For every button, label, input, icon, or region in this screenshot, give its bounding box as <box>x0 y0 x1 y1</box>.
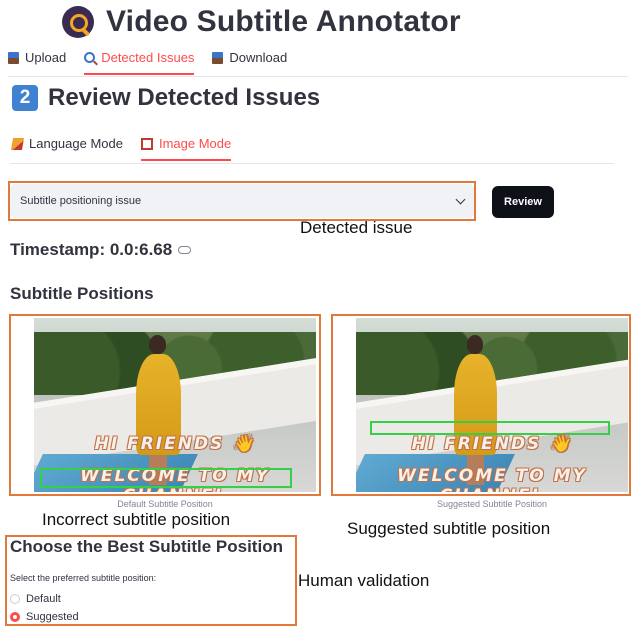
main-tabs-divider <box>8 76 628 77</box>
suggested-position-image: HI FRIENDS 👋 WELCOME TO MY CHANNEL <box>356 318 628 492</box>
suggested-subtitle-line-1: HI FRIENDS 👋 <box>411 434 573 454</box>
app-header: Video Subtitle Annotator <box>62 2 461 42</box>
radio-suggested[interactable]: Suggested <box>10 611 79 623</box>
choose-prompt: Select the preferred subtitle position: <box>10 573 157 583</box>
review-button[interactable]: Review <box>492 186 554 218</box>
chevron-down-icon <box>455 194 466 205</box>
link-icon[interactable] <box>178 246 192 254</box>
default-subtitle-line-1: HI FRIENDS 👋 <box>94 434 256 454</box>
annotation-human-validation: Human validation <box>298 571 430 590</box>
default-image-caption: Default Subtitle Position <box>117 499 213 509</box>
upload-icon <box>8 51 19 64</box>
tab-detected-issues[interactable]: Detected Issues <box>84 50 195 75</box>
default-subtitle-bbox <box>40 468 292 488</box>
annotation-detected-issue: Detected issue <box>300 218 413 237</box>
tab-upload[interactable]: Upload <box>8 50 66 75</box>
subtitle-positions-heading: Subtitle Positions <box>10 284 154 303</box>
radio-suggested-circle[interactable] <box>10 612 20 622</box>
suggested-image-caption: Suggested Subtitle Position <box>436 499 548 509</box>
mode-tabs: Language Mode Image Mode <box>10 136 249 161</box>
annotation-incorrect-position: Incorrect subtitle position <box>42 510 231 529</box>
tab-language-mode[interactable]: Language Mode <box>10 136 123 161</box>
suggested-subtitle-bbox <box>370 421 610 435</box>
radio-default[interactable]: Default <box>10 593 61 605</box>
app-logo-icon <box>62 6 94 38</box>
issue-select[interactable]: Subtitle positioning issue <box>10 184 474 218</box>
suggested-subtitle-line-2: WELCOME TO MY CHANNEL <box>397 466 587 492</box>
pencil-icon <box>10 137 25 150</box>
search-icon <box>84 52 96 63</box>
step-number-badge: 2 <box>12 85 38 111</box>
download-icon <box>212 51 224 64</box>
section-header: 2 Review Detected Issues <box>12 84 320 112</box>
tab-image-mode[interactable]: Image Mode <box>140 136 232 161</box>
default-position-image: HI FRIENDS 👋 WELCOME TO MY CHANNEL <box>34 318 316 492</box>
annotation-suggested-position: Suggested subtitle position <box>347 519 551 538</box>
choose-heading: Choose the Best Subtitle Position <box>10 537 283 556</box>
main-tabs: Upload Detected Issues Download <box>8 50 305 75</box>
app-title: Video Subtitle Annotator <box>106 5 461 38</box>
radio-default-circle[interactable] <box>10 594 20 604</box>
frame-icon <box>140 137 153 150</box>
issue-select-value: Subtitle positioning issue <box>20 195 142 207</box>
mode-tabs-divider <box>10 163 614 164</box>
section-title: Review Detected Issues <box>48 84 321 111</box>
timestamp-heading: Timestamp: 0.0:6.68 <box>10 240 192 260</box>
tab-download[interactable]: Download <box>212 50 287 75</box>
